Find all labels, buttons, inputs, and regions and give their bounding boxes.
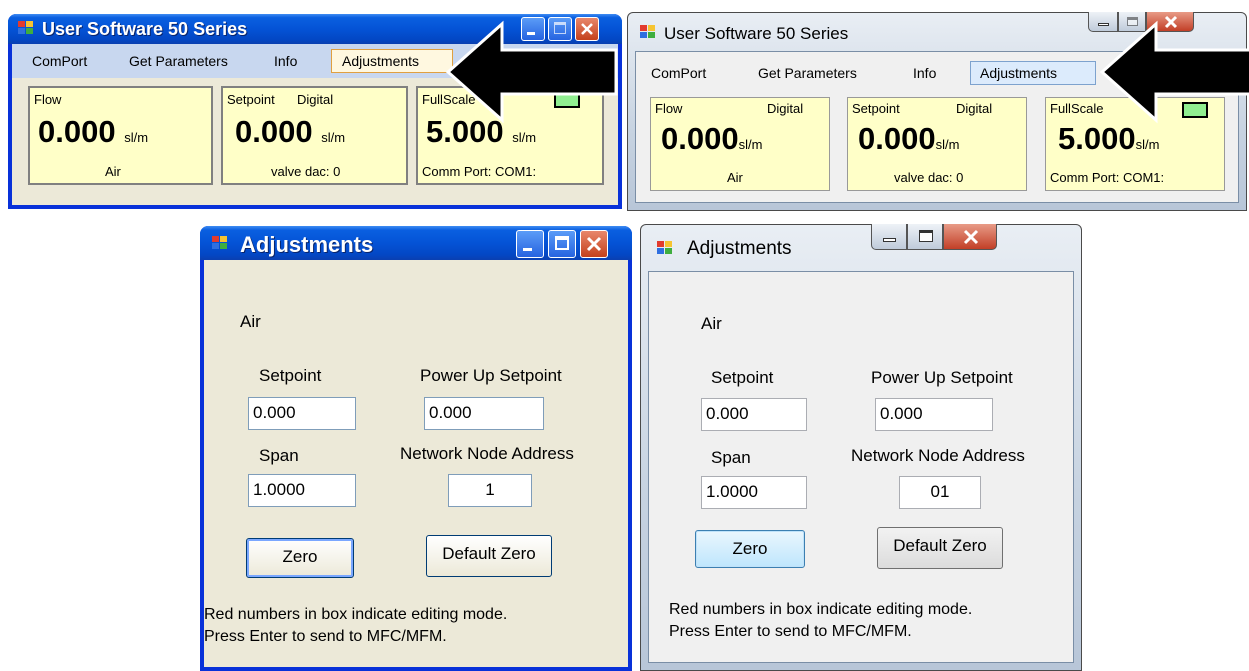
setpoint-label: Setpoint [852,101,900,116]
setpoint-value: 0.000sl/m [858,121,960,156]
setpoint-input[interactable]: 0.000 [248,397,356,430]
menu-comport[interactable]: ComPort [32,53,87,69]
flow-label: Flow [655,101,683,116]
valve-dac: valve dac: 0 [271,164,341,179]
fullscale-value: 5.000sl/m [1058,121,1160,156]
app-icon [212,236,230,252]
minimize-button[interactable] [871,224,907,250]
flow-label: Flow [34,92,62,107]
menu-get-parameters[interactable]: Get Parameters [758,65,857,81]
setpoint-mode: Digital [297,92,334,107]
setpoint-label: Setpoint [711,368,774,387]
maximize-button[interactable] [907,224,943,250]
minimize-icon [523,248,532,251]
menu-get-parameters[interactable]: Get Parameters [129,53,228,69]
minimize-icon [883,238,896,242]
comm-port: Comm Port: COM1: [422,164,537,179]
setpoint-panel: Setpoint Digital 0.000sl/m valve dac: 0 [847,97,1027,191]
window-title: Adjustments [687,238,792,259]
app-icon [18,21,36,37]
pointer-arrow [1099,20,1249,124]
gas-label: Air [701,314,722,333]
adjustments-window-xp: Adjustments Air Setpoint 0.000 Power Up … [200,226,632,671]
help-text-line1: Red numbers in box indicate editing mode… [204,606,508,623]
span-input[interactable]: 1.0000 [248,474,356,507]
adjustments-window-win7: Adjustments Air Setpoint 0.000 Power Up … [640,224,1082,671]
menu-comport[interactable]: ComPort [651,65,706,81]
close-icon [586,236,602,252]
flow-gas: Air [105,164,121,179]
window-title: User Software 50 Series [42,19,248,39]
network-node-address-label: Network Node Address [400,444,574,463]
power-up-setpoint-input[interactable]: 0.000 [424,397,544,430]
adjustments-client-area: Air Setpoint 0.000 Power Up Setpoint 0.0… [648,271,1074,663]
close-button[interactable] [580,230,608,258]
help-text-line1: Red numbers in box indicate editing mode… [669,601,973,618]
menu-adjustments[interactable]: Adjustments [970,61,1096,85]
flow-panel: Flow 0.000 sl/m Air [28,86,213,185]
zero-button[interactable]: Zero [246,538,354,578]
flow-panel: Flow Digital 0.000sl/m Air [650,97,830,191]
flow-value: 0.000sl/m [661,121,763,156]
app-icon [657,241,675,257]
minimize-button[interactable] [516,230,544,258]
window-title: Adjustments [240,232,374,257]
setpoint-input[interactable]: 0.000 [701,398,807,431]
gas-label: Air [240,312,261,331]
title-bar[interactable]: Adjustments [200,226,632,260]
window-title: User Software 50 Series [664,24,849,43]
setpoint-label: Setpoint [259,366,322,385]
network-node-address-label: Network Node Address [851,446,1025,465]
help-text-line2: Press Enter to send to MFC/MFM. [669,623,912,640]
comm-port: Comm Port: COM1: [1050,170,1165,185]
setpoint-label: Setpoint [227,92,275,107]
maximize-icon [555,236,569,250]
flow-mode: Digital [767,101,804,116]
menu-info[interactable]: Info [274,53,297,69]
setpoint-value: 0.000 sl/m [235,114,346,149]
maximize-icon [919,230,933,242]
adjustments-client-area: Air Setpoint 0.000 Power Up Setpoint 0.0… [204,260,628,667]
network-node-address-input[interactable]: 01 [899,476,981,509]
span-label: Span [711,448,751,467]
span-input[interactable]: 1.0000 [701,476,807,509]
maximize-button[interactable] [548,230,576,258]
pointer-arrow [445,20,618,124]
default-zero-button[interactable]: Default Zero [877,527,1003,569]
app-icon [640,25,658,41]
valve-dac: valve dac: 0 [894,170,964,185]
flow-gas: Air [727,170,743,185]
power-up-setpoint-input[interactable]: 0.000 [875,398,993,431]
setpoint-mode: Digital [956,101,993,116]
setpoint-panel: Setpoint Digital 0.000 sl/m valve dac: 0 [221,86,408,185]
power-up-setpoint-label: Power Up Setpoint [871,368,1013,387]
menu-info[interactable]: Info [913,65,936,81]
span-label: Span [259,446,299,465]
flow-value: 0.000 sl/m [38,114,149,149]
close-icon [963,229,979,245]
close-button[interactable] [943,224,997,250]
zero-button[interactable]: Zero [695,530,805,568]
default-zero-button[interactable]: Default Zero [426,535,552,577]
power-up-setpoint-label: Power Up Setpoint [420,366,562,385]
menu-adjustments[interactable]: Adjustments [331,49,453,73]
network-node-address-input[interactable]: 1 [448,474,532,507]
help-text-line2: Press Enter to send to MFC/MFM. [204,628,447,645]
